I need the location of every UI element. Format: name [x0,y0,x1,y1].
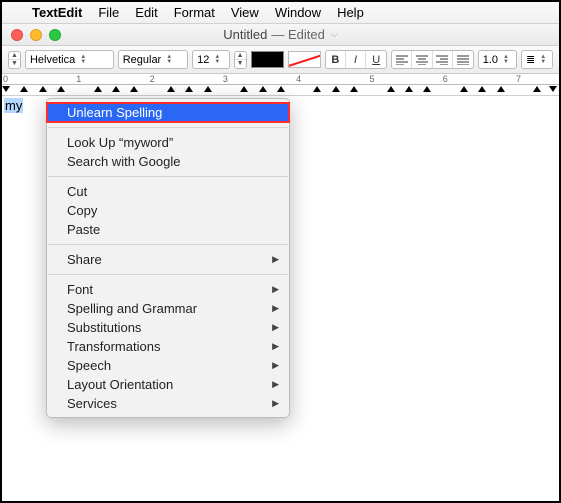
window-titlebar: Untitled — Edited ⌵ [2,24,559,46]
highlight-color-well[interactable] [288,51,321,68]
underline-button[interactable]: U [366,51,386,68]
app-menu[interactable]: TextEdit [32,5,82,20]
font-size-value: 12 [197,54,209,66]
ruler-number: 6 [443,74,448,84]
ctx-cut[interactable]: Cut [47,182,289,201]
list-style-select[interactable]: ≣ ▲▼ [521,50,553,69]
ctx-paste[interactable]: Paste [47,220,289,239]
alignment-group [391,50,474,69]
left-indent-marker[interactable] [2,86,10,92]
menu-edit[interactable]: Edit [135,5,157,20]
ruler-number: 2 [150,74,155,84]
style-stepper[interactable]: ▲▼ [8,51,21,69]
tab-stop-marker[interactable] [94,86,102,92]
document-status: — Edited [271,27,324,42]
font-size-stepper[interactable]: ▲▼ [234,51,247,69]
tab-stop-marker[interactable] [460,86,468,92]
tab-stop-marker[interactable] [240,86,248,92]
context-menu-separator [48,274,288,275]
tab-stop-marker[interactable] [332,86,340,92]
system-menubar: TextEdit File Edit Format View Window He… [2,2,559,24]
tab-stop-marker[interactable] [167,86,175,92]
tab-stop-marker[interactable] [259,86,267,92]
tab-stop-marker[interactable] [497,86,505,92]
ruler-number: 1 [76,74,81,84]
ctx-unlearn-spelling[interactable]: Unlearn Spelling [47,103,289,122]
ruler-number: 3 [223,74,228,84]
ctx-look-up-myword[interactable]: Look Up “myword” [47,133,289,152]
format-toolbar: ▲▼ Helvetica ▲▼ Regular ▲▼ 12 ▲▼ ▲▼ B I … [2,46,559,74]
ctx-services[interactable]: Services [47,394,289,413]
tab-stop-marker[interactable] [112,86,120,92]
ctx-search-with-google[interactable]: Search with Google [47,152,289,171]
tab-stop-marker[interactable] [478,86,486,92]
right-indent-marker[interactable] [549,86,557,92]
context-menu-separator [48,244,288,245]
font-size-select[interactable]: 12 ▲▼ [192,50,229,69]
context-menu-separator [48,176,288,177]
font-style-value: Regular [123,54,162,66]
close-button[interactable] [11,29,23,41]
ctx-substitutions[interactable]: Substitutions [47,318,289,337]
line-spacing-value: 1.0 [483,54,498,66]
line-spacing-select[interactable]: 1.0 ▲▼ [478,50,517,69]
ctx-share[interactable]: Share [47,250,289,269]
align-left-button[interactable] [392,51,412,68]
text-color-well[interactable] [251,51,284,68]
context-menu-separator [48,127,288,128]
tab-stop-marker[interactable] [57,86,65,92]
font-family-select[interactable]: Helvetica ▲▼ [25,50,114,69]
ctx-spelling-and-grammar[interactable]: Spelling and Grammar [47,299,289,318]
ctx-font[interactable]: Font [47,280,289,299]
tab-stop-marker[interactable] [185,86,193,92]
ruler-number: 4 [296,74,301,84]
ctx-speech[interactable]: Speech [47,356,289,375]
ruler-number: 0 [3,74,8,84]
ruler-number: 5 [369,74,374,84]
list-icon: ≣ [526,53,535,66]
tab-stop-marker[interactable] [20,86,28,92]
text-style-group: B I U [325,50,387,69]
tab-stop-marker[interactable] [387,86,395,92]
zoom-button[interactable] [49,29,61,41]
context-menu: Unlearn Spelling Look Up “myword”Search w… [46,98,290,418]
font-family-value: Helvetica [30,54,75,66]
ctx-transformations[interactable]: Transformations [47,337,289,356]
document-name: Untitled [223,27,267,42]
menu-file[interactable]: File [98,5,119,20]
tab-stop-marker[interactable] [277,86,285,92]
tab-stop-marker[interactable] [130,86,138,92]
menu-help[interactable]: Help [337,5,364,20]
align-right-button[interactable] [433,51,453,68]
menu-view[interactable]: View [231,5,259,20]
tab-stop-marker[interactable] [350,86,358,92]
menu-window[interactable]: Window [275,5,321,20]
minimize-button[interactable] [30,29,42,41]
tab-stop-marker[interactable] [313,86,321,92]
window-controls [11,29,61,41]
tab-stop-marker[interactable] [423,86,431,92]
tab-stop-marker[interactable] [204,86,212,92]
window-title[interactable]: Untitled — Edited ⌵ [223,27,337,42]
font-style-select[interactable]: Regular ▲▼ [118,50,188,69]
align-center-button[interactable] [412,51,432,68]
tab-stop-marker[interactable] [405,86,413,92]
bold-button[interactable]: B [326,51,346,68]
menu-format[interactable]: Format [174,5,215,20]
tab-stop-marker[interactable] [533,86,541,92]
ctx-copy[interactable]: Copy [47,201,289,220]
ruler-number: 7 [516,74,521,84]
italic-button[interactable]: I [346,51,366,68]
ruler[interactable]: 0 1 2 3 4 5 6 7 [2,74,559,96]
title-dropdown-icon[interactable]: ⌵ [331,29,338,40]
align-justify-button[interactable] [453,51,473,68]
tab-stop-marker[interactable] [39,86,47,92]
document-area[interactable]: my Unlearn Spelling Look Up “myword”Searc… [2,96,559,501]
ctx-layout-orientation[interactable]: Layout Orientation [47,375,289,394]
selected-text[interactable]: my [4,98,23,113]
